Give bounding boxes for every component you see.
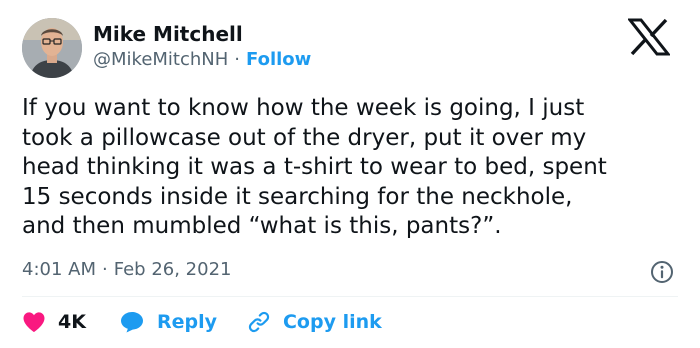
handle-separator: · — [234, 49, 241, 70]
like-button[interactable]: 4K — [22, 308, 86, 336]
tweet-meta: 4:01 AM · Feb 26, 2021 — [22, 258, 231, 282]
info-icon[interactable] — [650, 260, 674, 284]
tweet-text: If you want to know how the week is goin… — [22, 95, 607, 239]
x-logo-icon[interactable] — [626, 18, 672, 56]
author-handle-row: @MikeMitchNH · Follow — [93, 48, 311, 72]
meta-separator: · — [102, 259, 108, 280]
copy-link-button[interactable]: Copy link — [247, 308, 382, 336]
action-bar: 4K Reply Copy link — [22, 308, 382, 336]
reply-button[interactable]: Reply — [120, 308, 217, 336]
link-icon — [248, 311, 270, 333]
avatar[interactable] — [22, 18, 82, 78]
reply-bubble-icon — [120, 312, 143, 333]
copy-link-label: Copy link — [282, 311, 382, 333]
follow-button[interactable]: Follow — [246, 49, 311, 70]
tweet-time[interactable]: 4:01 AM — [22, 259, 96, 280]
tweet-date[interactable]: Feb 26, 2021 — [114, 259, 232, 280]
avatar-photo — [22, 18, 82, 78]
divider — [22, 296, 678, 297]
like-count: 4K — [58, 311, 86, 333]
author-handle[interactable]: @MikeMitchNH — [93, 49, 228, 70]
heart-icon — [23, 312, 45, 332]
reply-label: Reply — [156, 311, 217, 333]
author-name[interactable]: Mike Mitchell — [93, 21, 243, 47]
